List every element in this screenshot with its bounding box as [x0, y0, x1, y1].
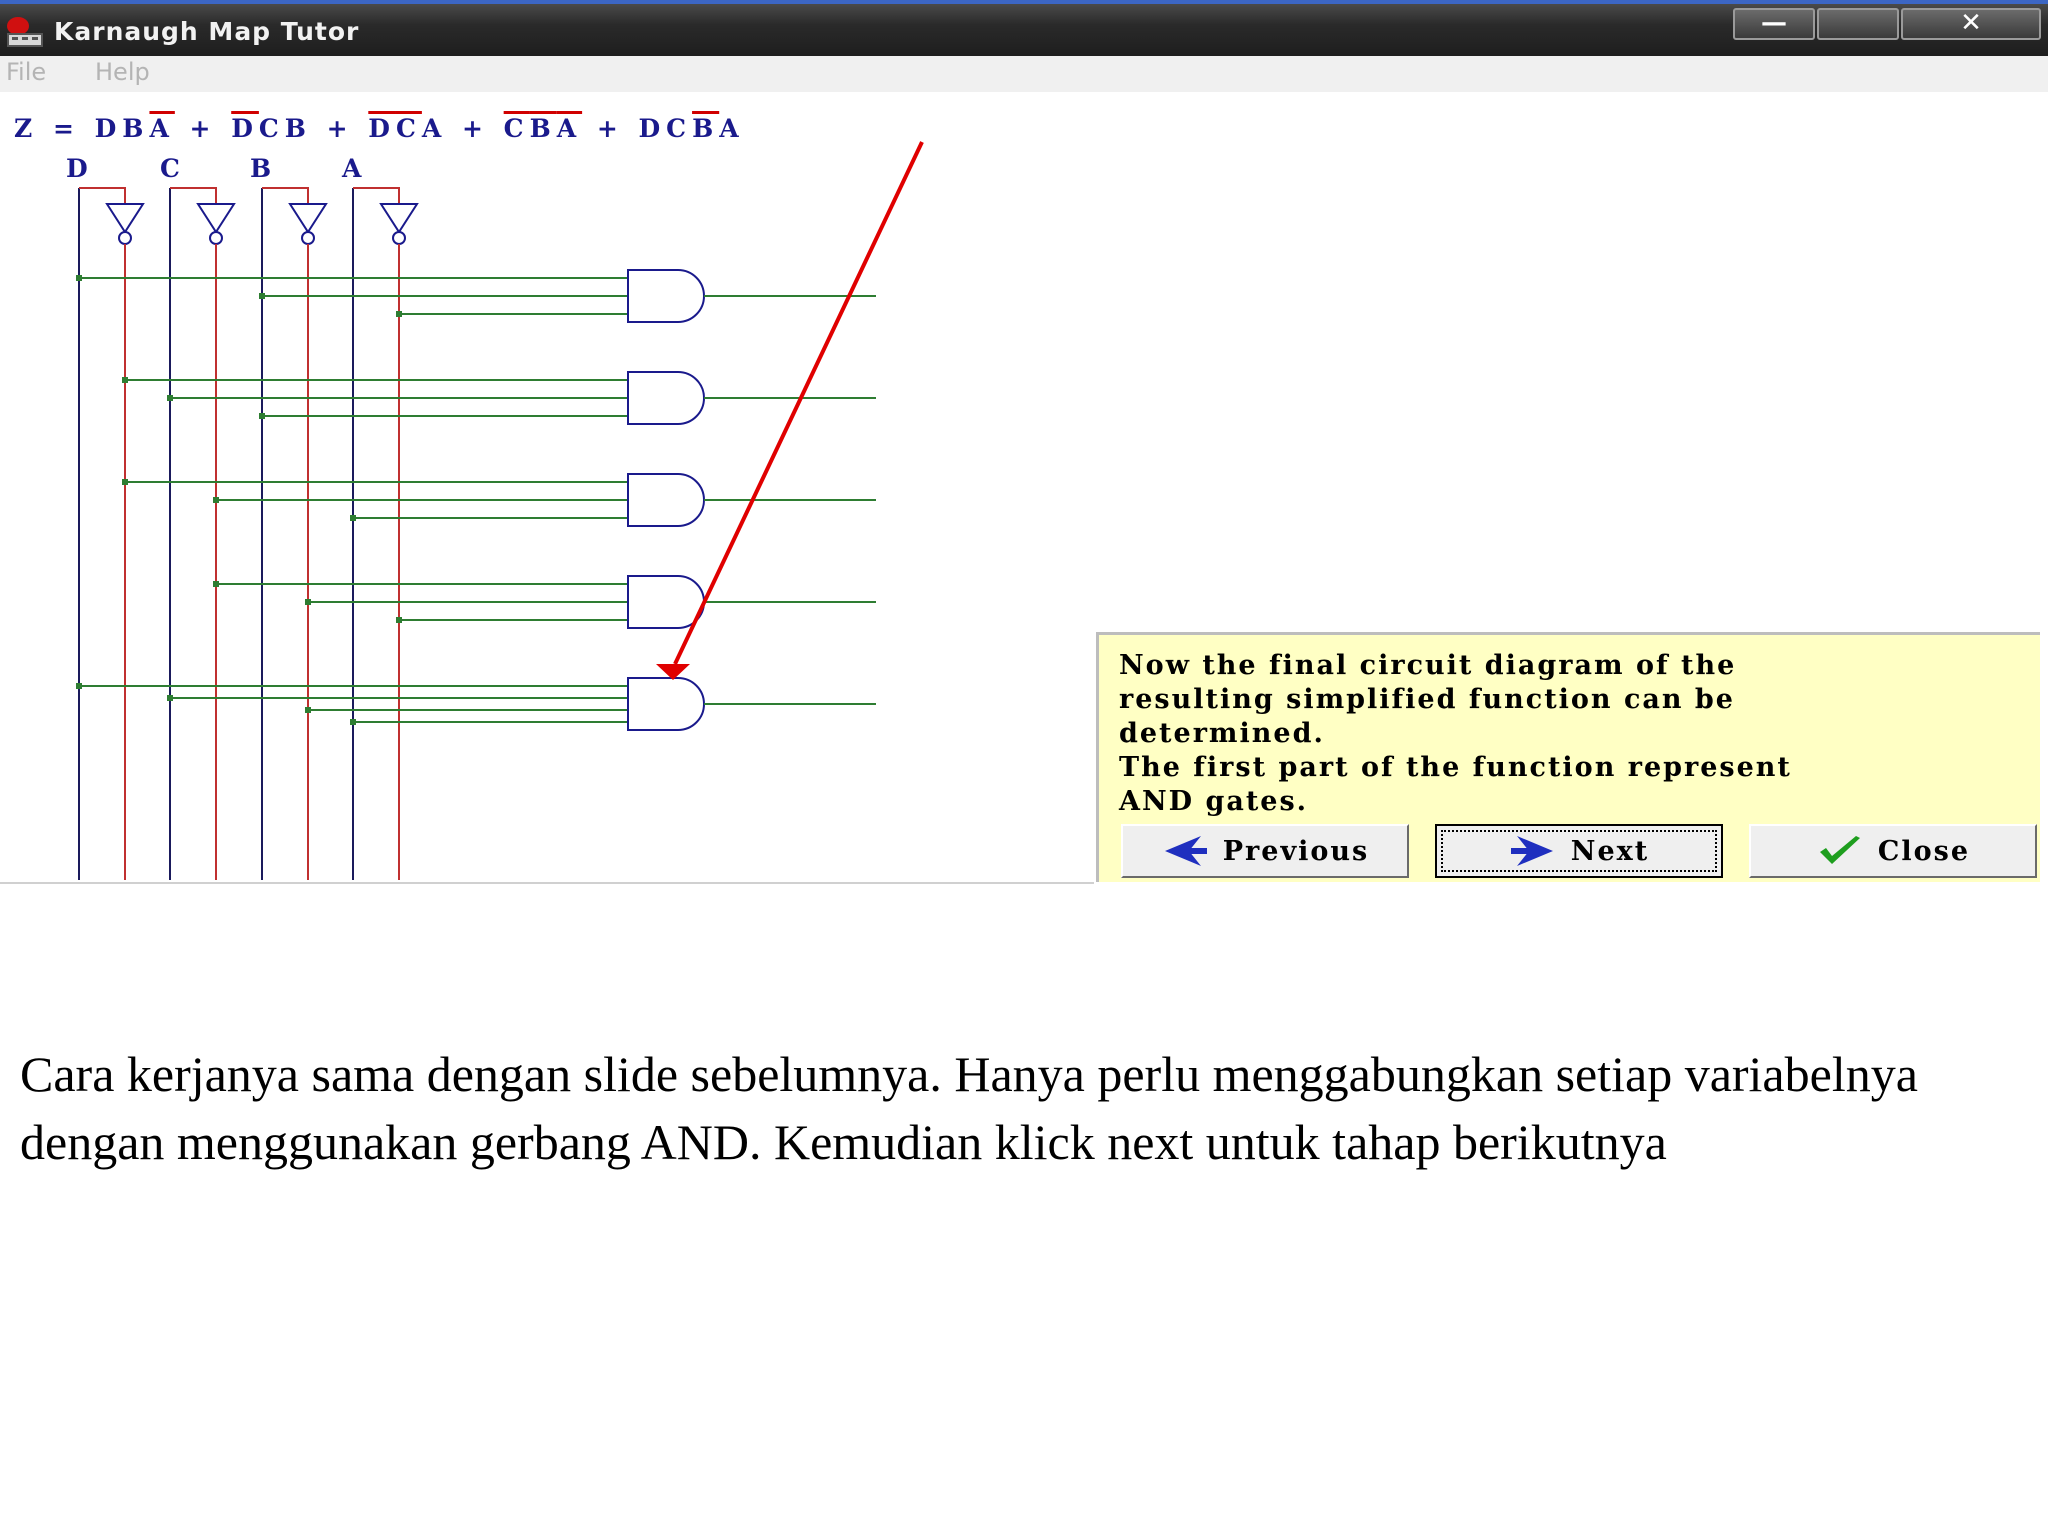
- app-icon: [7, 17, 43, 47]
- junction-dot: [213, 581, 219, 587]
- previous-label: Previous: [1222, 835, 1370, 867]
- slide-caption: Cara kerjanya sama dengan slide sebelumn…: [20, 1046, 1918, 1170]
- junction-dot: [350, 515, 356, 521]
- inverter-gate-d: [105, 203, 145, 234]
- junction-dot: [167, 395, 173, 401]
- close-icon: ✕: [1960, 8, 1982, 38]
- junction-dot: [396, 617, 402, 623]
- maximize-button[interactable]: [1817, 8, 1899, 40]
- junction-dot: [305, 599, 311, 605]
- inverter-input-wire-d: [79, 187, 126, 204]
- junction-dot: [259, 293, 265, 299]
- right-arrow-icon: [1510, 836, 1553, 866]
- menu-help[interactable]: Help: [95, 58, 150, 86]
- menu-bar: File Help: [0, 56, 2048, 92]
- inverter-bubble-c: [209, 231, 223, 245]
- close-window-button[interactable]: ✕: [1901, 8, 2041, 40]
- tutor-panel: Now the final circuit diagram of the res…: [1096, 632, 2040, 882]
- pointer-arrow-line: [673, 141, 924, 665]
- close-label: Close: [1877, 835, 1971, 867]
- tutor-message: Now the final circuit diagram of the res…: [1119, 650, 1792, 817]
- junction-dot: [259, 413, 265, 419]
- inverter-input-wire-c: [170, 187, 217, 204]
- junction-dot: [76, 275, 82, 281]
- circuit-diagram: [76, 141, 924, 880]
- close-button[interactable]: Close: [1749, 824, 2037, 878]
- window-title: Karnaugh Map Tutor: [54, 17, 360, 46]
- next-label: Next: [1570, 835, 1650, 867]
- left-arrow-icon: [1164, 836, 1207, 866]
- menu-file[interactable]: File: [6, 58, 46, 86]
- inverter-gate-a: [379, 203, 419, 234]
- inverter-input-wire-a: [353, 187, 400, 204]
- inverter-gate-c: [196, 203, 236, 234]
- and-gate: [627, 371, 705, 425]
- junction-dot: [122, 377, 128, 383]
- junction-dot: [122, 479, 128, 485]
- junction-dot: [350, 719, 356, 725]
- title-bar: Karnaugh Map Tutor — ✕: [0, 0, 2048, 56]
- inverter-gate-b: [288, 203, 328, 234]
- checkmark-icon: [1819, 836, 1860, 864]
- minimize-icon: —: [1761, 8, 1787, 38]
- junction-dot: [396, 311, 402, 317]
- inverter-bubble-b: [301, 231, 315, 245]
- next-button[interactable]: Next: [1435, 824, 1723, 878]
- inverter-bubble-d: [118, 231, 132, 245]
- and-gate: [627, 473, 705, 527]
- previous-button[interactable]: Previous: [1121, 824, 1409, 878]
- and-gate: [627, 575, 705, 629]
- junction-dot: [76, 683, 82, 689]
- junction-dot: [167, 695, 173, 701]
- minimize-button[interactable]: —: [1733, 8, 1815, 40]
- and-gate: [627, 677, 705, 731]
- junction-dot: [213, 497, 219, 503]
- inverter-bubble-a: [392, 231, 406, 245]
- inverter-input-wire-b: [262, 187, 309, 204]
- and-gate: [627, 269, 705, 323]
- junction-dot: [305, 707, 311, 713]
